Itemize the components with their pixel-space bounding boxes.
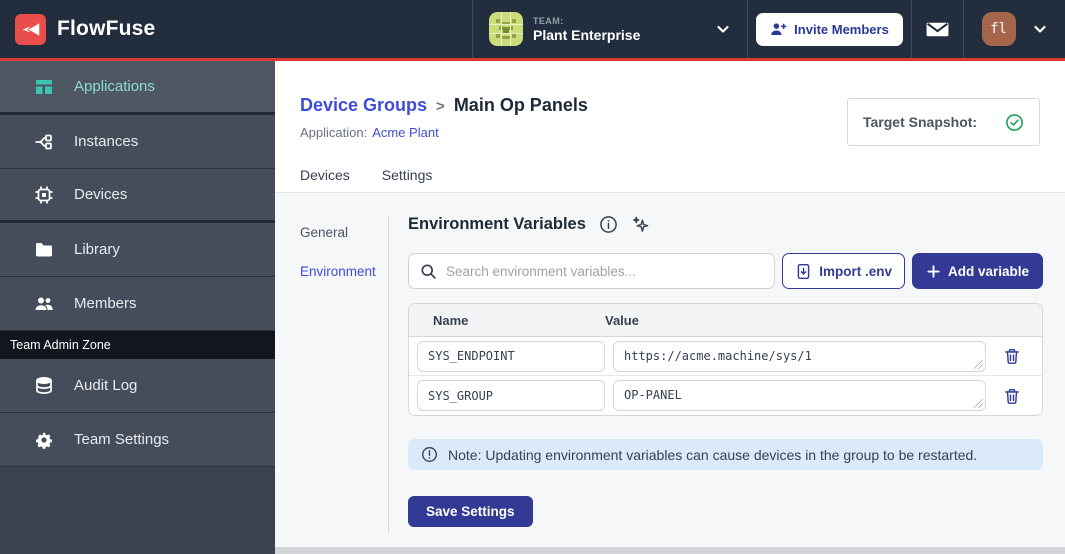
import-env-label: Import .env [819,263,892,279]
env-variables-table: Name Value https://acme.machine/sys/1 [408,303,1043,416]
sidebar-item-members[interactable]: Members [0,277,275,331]
main-area: Device Groups > Main Op Panels Applicati… [275,61,1065,554]
sidebar-item-label: Instances [74,133,139,150]
sidebar-item-audit-log[interactable]: Audit Log [0,359,275,413]
notifications-button[interactable] [912,0,963,58]
settings-content: General Environment Environment Variable… [275,193,1065,554]
env-value-textarea[interactable]: OP-PANEL [613,380,986,411]
table-header-row: Name Value [409,304,1042,337]
sidebar-item-label: Devices [74,186,128,203]
flowfuse-logo-icon [15,13,46,45]
env-value-wrap: https://acme.machine/sys/1 [613,340,986,372]
table-row: https://acme.machine/sys/1 [409,337,1042,376]
invite-section: Invite Members [748,0,911,58]
invite-members-label: Invite Members [794,21,889,37]
delete-variable-button[interactable] [1001,385,1023,407]
search-box [408,253,776,289]
environment-header: Environment Variables [408,215,1043,234]
add-variable-button[interactable]: Add variable [911,253,1043,289]
user-avatar: fl [981,12,1016,46]
brand-name: FlowFuse [57,17,156,40]
instances-icon [34,132,54,152]
audit-log-icon [34,376,54,396]
subnav-item-environment[interactable]: Environment [300,264,376,279]
application-label: Application: [300,125,368,140]
user-menu[interactable]: fl [964,0,1065,58]
alert-circle-icon [421,446,438,463]
environment-title: Environment Variables [408,215,586,233]
subnav-divider [388,217,389,533]
save-settings-button[interactable]: Save Settings [408,496,533,527]
sidebar-item-label: Library [74,241,120,258]
gear-icon [34,430,54,450]
team-label: TEAM: [533,15,564,26]
sparkles-icon[interactable] [631,215,650,234]
library-icon [34,240,54,260]
tab-settings[interactable]: Settings [382,167,433,192]
envelope-icon [925,17,950,42]
delete-variable-button[interactable] [1001,345,1023,367]
env-value-wrap: OP-PANEL [613,380,986,411]
team-avatar [489,12,523,46]
add-variable-label: Add variable [947,263,1029,279]
search-input[interactable] [446,263,764,279]
team-selector[interactable]: TEAM: Plant Enterprise [473,0,747,58]
sidebar-item-applications[interactable]: Applications [0,61,275,115]
page-header: Device Groups > Main Op Panels Applicati… [275,61,1065,193]
target-snapshot-label: Target Snapshot: [863,114,978,130]
team-text: TEAM: Plant Enterprise [533,16,640,43]
restart-note-banner: Note: Updating environment variables can… [408,439,1043,470]
tab-devices[interactable]: Devices [300,167,350,192]
env-name-input[interactable] [417,340,605,372]
env-value-textarea[interactable]: https://acme.machine/sys/1 [613,340,986,372]
sidebar-item-label: Applications [74,78,155,95]
brand: FlowFuse [0,0,472,58]
column-header-value: Value [605,312,639,328]
breadcrumb-device-groups-link[interactable]: Device Groups [300,95,427,116]
chevron-down-icon [715,21,731,37]
application-link[interactable]: Acme Plant [372,125,438,140]
team-admin-zone-header: Team Admin Zone [0,331,275,359]
import-file-icon [795,263,812,280]
env-name-input[interactable] [417,380,605,411]
page-title: Main Op Panels [453,95,588,115]
environment-controls: Import .env Add variable [408,253,1043,289]
settings-subnav: General Environment [300,225,376,279]
resize-grip[interactable] [974,359,983,369]
user-plus-icon [770,21,787,38]
sidebar-item-team-settings[interactable]: Team Settings [0,413,275,467]
subnav-item-general[interactable]: General [300,225,376,240]
sidebar-item-label: Team Settings [74,431,170,448]
column-header-name: Name [433,312,469,328]
breadcrumb: Device Groups > Main Op Panels [300,95,588,116]
members-icon [34,294,54,314]
info-icon[interactable] [599,215,618,234]
target-snapshot-box: Target Snapshot: [847,98,1040,146]
sidebar-item-label: Audit Log [74,377,138,394]
environment-pane: Environment Variables Search environment… [408,215,1043,527]
breadcrumb-separator: > [436,98,445,115]
chevron-down-icon [1032,21,1048,37]
horizontal-scrollbar[interactable] [275,547,1065,554]
devices-icon [34,185,54,205]
sidebar-item-library[interactable]: Library [0,223,275,277]
sidebar-item-devices[interactable]: Devices [0,169,275,223]
sidebar: Applications Instances Devices Library M… [0,61,275,554]
sidebar-item-label: Members [74,295,137,312]
search-icon [420,263,437,280]
invite-members-button[interactable]: Invite Members [756,12,903,46]
table-row: OP-PANEL [409,376,1042,415]
team-name: Plant Enterprise [533,26,641,43]
resize-grip[interactable] [974,399,983,408]
tab-bar: Devices Settings [300,167,432,192]
check-circle-icon [1005,113,1024,132]
sidebar-item-instances[interactable]: Instances [0,115,275,169]
top-bar: FlowFuse TEAM: Plant Enterprise Invite M… [0,0,1065,58]
plus-icon [926,264,941,279]
application-line: Application: Acme Plant [300,125,439,140]
import-env-button[interactable]: Import .env [782,253,905,289]
restart-note-text: Note: Updating environment variables can… [448,446,978,463]
applications-icon [34,77,54,97]
